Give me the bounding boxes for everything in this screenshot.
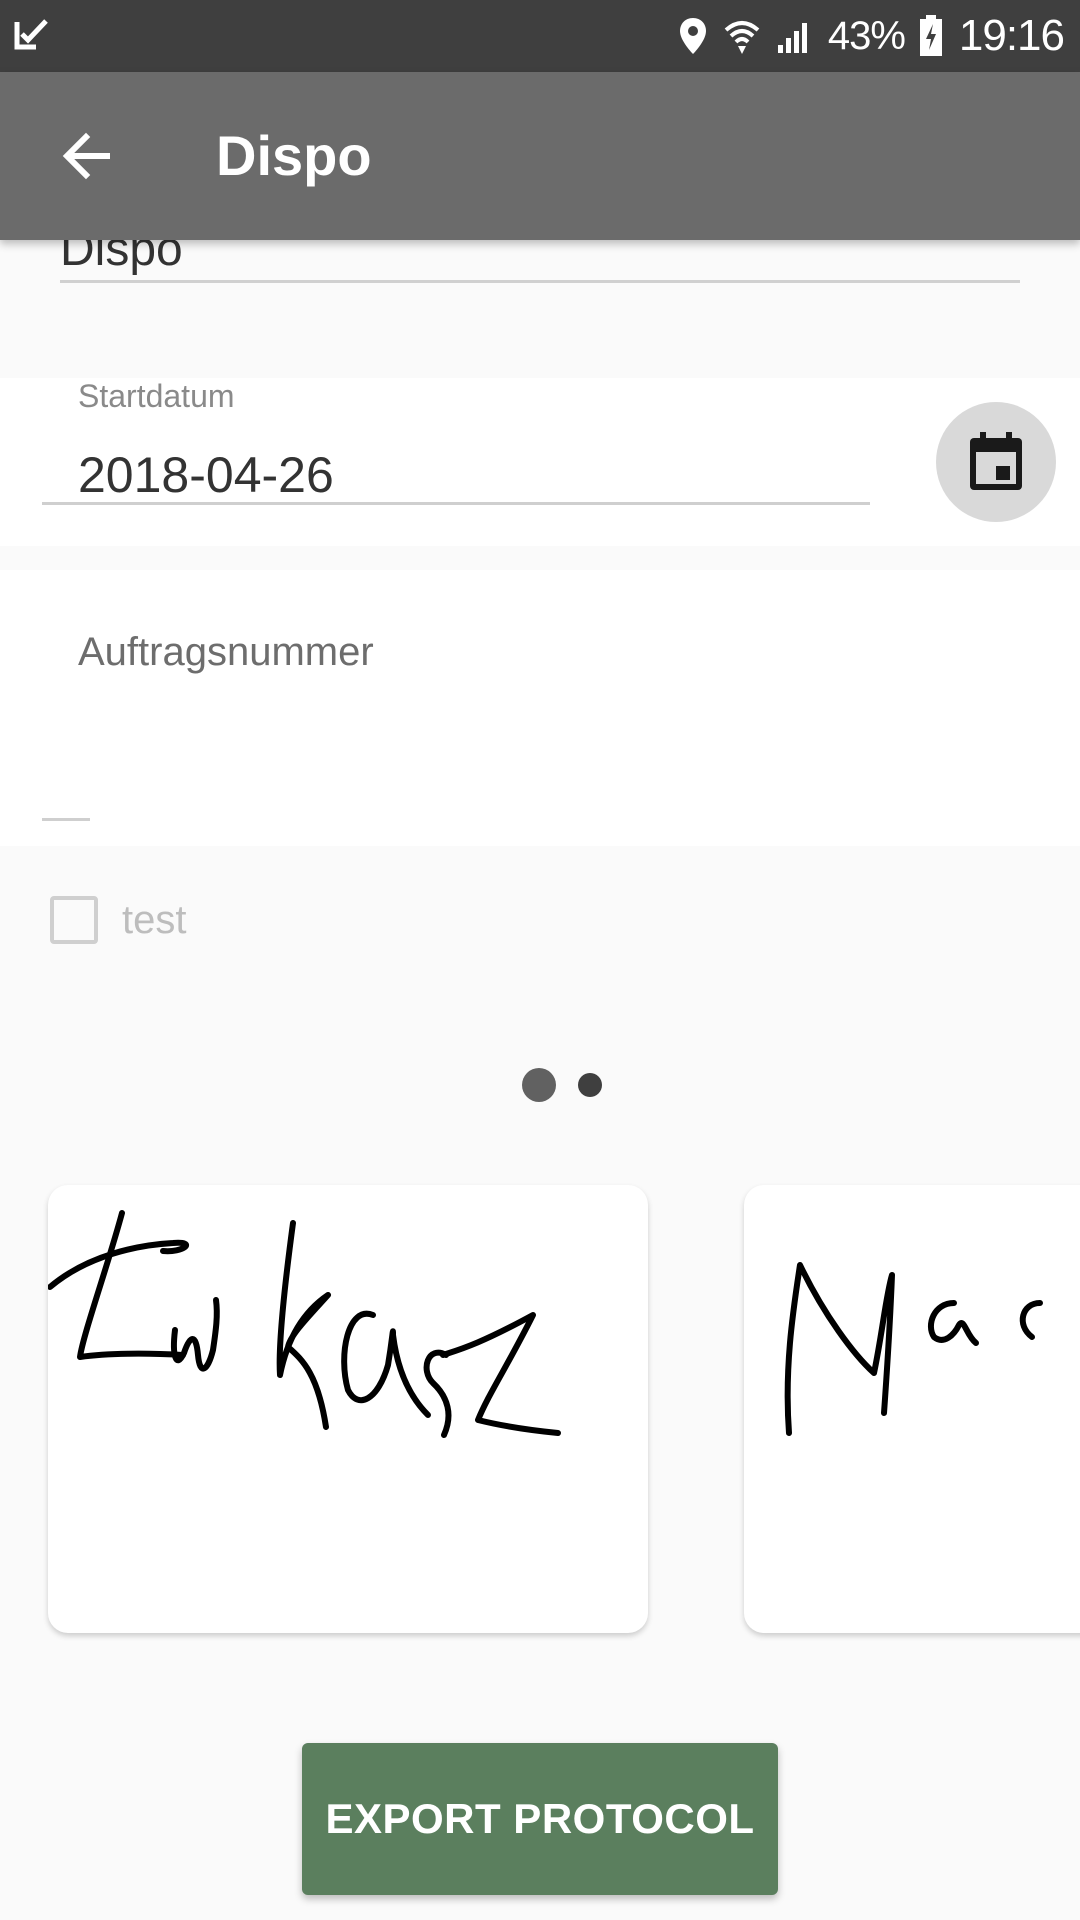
test-checkbox[interactable]: [50, 896, 98, 944]
clock: 19:16: [958, 11, 1065, 60]
start-date-input[interactable]: 2018-04-26: [78, 446, 334, 504]
page-dot[interactable]: [578, 1073, 602, 1097]
back-button[interactable]: [48, 116, 128, 196]
start-date-underline: [42, 502, 870, 505]
order-number-input[interactable]: [42, 690, 1038, 818]
check-notification-icon: [14, 19, 48, 50]
signature-drawing: [48, 1210, 561, 1438]
signature-card[interactable]: [744, 1185, 1080, 1633]
page-title: Dispo: [216, 124, 372, 187]
signature-drawing: [784, 1262, 1043, 1436]
test-checkbox-row[interactable]: test: [50, 892, 186, 948]
wifi-icon: [724, 21, 760, 54]
signal-icon: [777, 23, 807, 53]
arrow-left-icon: [62, 132, 110, 180]
calendar-icon: [970, 432, 1022, 490]
page-dot-active[interactable]: [522, 1068, 556, 1102]
battery-percentage: 43%: [827, 13, 906, 58]
export-protocol-button[interactable]: EXPORT PROTOCOL: [302, 1743, 778, 1895]
test-checkbox-label: test: [122, 897, 187, 942]
battery-charging-icon: [919, 15, 942, 56]
signature-card[interactable]: [48, 1185, 648, 1633]
order-number-label: Auftragsnummer: [78, 630, 374, 674]
location-icon: [679, 18, 706, 54]
calendar-button[interactable]: [936, 402, 1056, 522]
app-bar: Dispo: [0, 72, 1080, 240]
order-number-underline: [42, 818, 90, 821]
signature-page-indicator: [522, 1068, 602, 1102]
start-date-label: Startdatum: [78, 378, 235, 414]
status-bar: 43% 19:16: [0, 0, 1080, 72]
